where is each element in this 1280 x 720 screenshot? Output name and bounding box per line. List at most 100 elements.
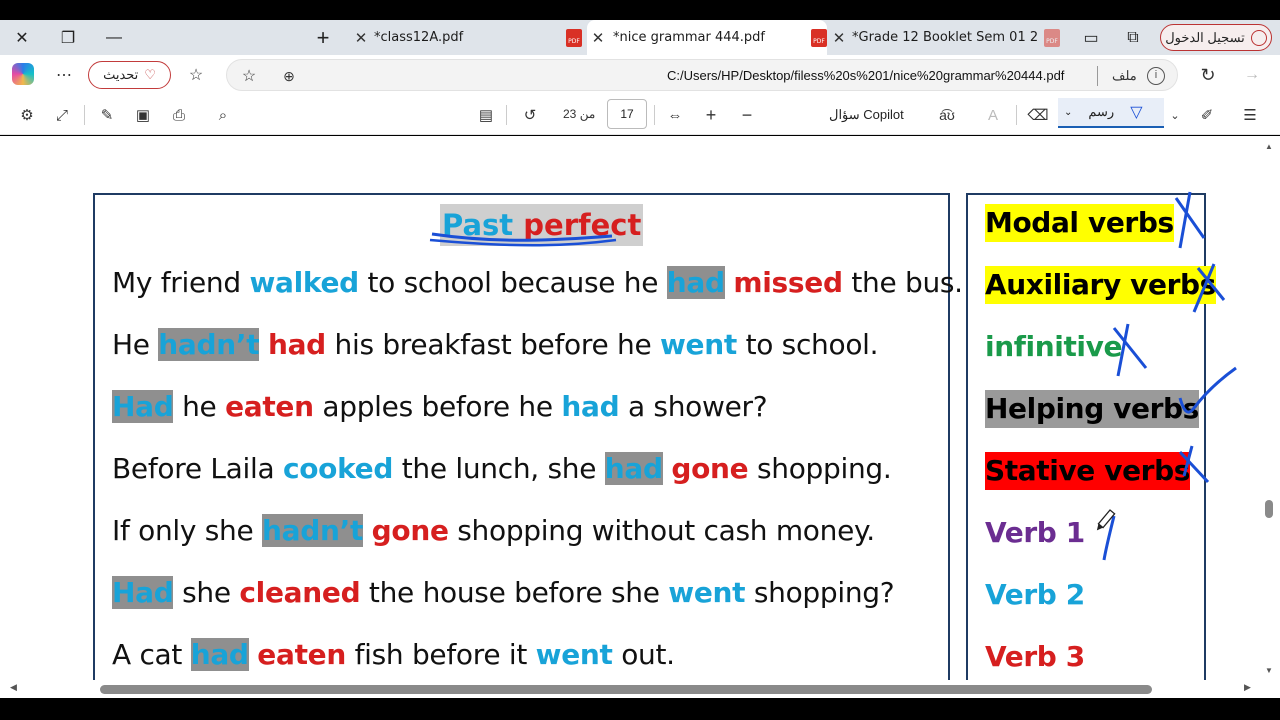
page-view-icon[interactable]: ▤ [475,105,497,125]
sentence-text: fish before it [345,638,536,671]
highlight-icon[interactable]: ✐ [1196,105,1218,125]
verb-word: Had [112,576,174,609]
verb-word: gone [371,514,449,547]
sentence: Had she cleaned the house before she wen… [112,576,895,609]
horizontal-scrollbar[interactable]: ◀ ▶ [0,680,1280,698]
eraser-icon[interactable]: ⌫ [1027,105,1049,125]
sentence-text: the house before she [360,576,669,609]
sentence: If only she hadn’t gone shopping without… [112,514,875,547]
side-label: Modal verbs [985,204,1174,242]
save-icon[interactable]: ▣ [132,105,154,125]
sentence-text: the lunch, she [393,452,605,485]
side-label: Verb 2 [985,578,1085,611]
sentence-text: If only she [112,514,263,547]
save-with-ink-icon[interactable]: ✎ [96,105,118,125]
tab-actions-icon[interactable]: ▭ [1073,20,1109,55]
sentence-text: a shower? [619,390,768,423]
minimize-window-icon[interactable]: — [96,20,132,55]
fullscreen-icon[interactable]: ⤢ [51,105,73,125]
zoom-in-icon[interactable]: + [700,105,722,125]
zoom-icon[interactable]: ⊕ [279,66,299,86]
workspaces-icon[interactable]: ⧉ [1115,20,1151,55]
update-label: تحديث [103,67,139,82]
verb-word: cleaned [239,576,361,609]
text-icon[interactable]: A [982,105,1004,125]
favorites-icon[interactable]: ☆ [184,63,208,87]
verb-word: had [267,328,326,361]
info-icon[interactable]: i [1147,67,1165,85]
verb-word: missed [733,266,843,299]
url-text[interactable]: C:/Users/HP/Desktop/filess%20s%201/nice%… [667,68,1064,83]
verb-word: Had [112,390,174,423]
pdf-icon [811,28,827,47]
ask-copilot-button[interactable]: سؤال Copilot [829,107,904,123]
verb-word: gone [671,452,749,485]
sentence: He hadn’t had his breakfast before he we… [112,328,879,361]
verb-word: had [190,638,249,671]
add-favorite-icon[interactable]: ☆ [239,66,259,86]
scroll-down-icon[interactable]: ▼ [1265,666,1273,675]
file-label: ملف [1112,68,1137,83]
sentence: A cat had eaten fish before it went out. [112,638,675,671]
verb-word: had [666,266,725,299]
draw-label: رسم [1088,104,1115,119]
verb-word: went [659,328,737,361]
sentence-text: apples before he [313,390,562,423]
contents-icon[interactable]: ☰ [1239,105,1261,125]
sentence-text [363,514,372,547]
sentence-text [259,328,268,361]
draw-button[interactable]: ⌄ رسم ▽ [1058,98,1164,128]
draw-options-chevron-icon[interactable]: ⌄ [1164,105,1186,125]
copilot-icon[interactable] [12,63,34,85]
scroll-right-icon[interactable]: ▶ [1244,682,1251,693]
fit-width-icon[interactable]: ⇔ [664,105,686,125]
tab-close-icon[interactable]: ✕ [828,29,850,47]
title-part-2: perfect [523,208,642,242]
zoom-out-icon[interactable]: − [736,105,758,125]
refresh-icon[interactable]: ↻ [1196,63,1220,87]
vertical-scroll-thumb[interactable] [1265,500,1273,518]
horizontal-scroll-thumb[interactable] [100,685,1152,694]
update-button[interactable]: تحديث ♡ [88,61,171,89]
scroll-up-icon[interactable]: ▲ [1265,142,1273,151]
sentence-text: My friend [112,266,250,299]
verb-word: walked [249,266,359,299]
signin-label: تسجيل الدخول [1165,29,1245,45]
vertical-scrollbar[interactable]: ▲ ▼ [1260,136,1280,680]
pdf-icon [1044,28,1060,47]
new-tab-icon[interactable]: + [305,20,341,55]
pdf-icon [566,28,582,47]
sentence: Before Laila cooked the lunch, she had g… [112,452,892,485]
rotate-icon[interactable]: ↺ [519,105,541,125]
settings-icon[interactable]: ⚙ [16,105,38,125]
scroll-left-icon[interactable]: ◀ [10,682,17,693]
chevron-down-icon[interactable]: ⌄ [1064,107,1072,118]
more-options-icon[interactable]: ⋯ [52,63,76,87]
signin-button[interactable]: تسجيل الدخول [1160,24,1272,51]
close-window-icon[interactable]: ✕ [4,20,40,55]
tab-class12a[interactable]: ✕ *class12A.pdf [350,20,582,55]
search-icon[interactable]: ⌕ [212,105,234,125]
letterbox-bottom [0,698,1280,720]
side-label: Auxiliary verbs [985,266,1216,304]
tab-title: *Grade 12 Booklet Sem 01 2023-2 [852,30,1038,45]
tab-close-icon[interactable]: ✕ [350,29,372,47]
tab-close-icon[interactable]: ✕ [587,29,609,47]
restore-window-icon[interactable]: ❐ [50,20,86,55]
tab-grade12-booklet[interactable]: ✕ *Grade 12 Booklet Sem 01 2023-2 [828,20,1060,55]
read-aloud-icon[interactable]: a͡ʊ [936,105,958,125]
side-label: Helping verbs [985,390,1199,428]
verb-word: hadn’t [262,514,364,547]
address-row: ⋯ تحديث ♡ ☆ ☆ ⊕ C:/Users/HP/Desktop/file… [0,55,1280,95]
page-number-input[interactable]: 17 [607,99,647,129]
page-total: من 23 [563,107,596,121]
sentence-text: Before Laila [112,452,283,485]
title-part-1: Past [442,208,514,242]
sentence: Had he eaten apples before he had a show… [112,390,768,423]
tab-nice-grammar[interactable]: ✕ *nice grammar 444.pdf [587,20,827,55]
address-bar[interactable]: ☆ ⊕ C:/Users/HP/Desktop/filess%20s%201/n… [226,59,1178,91]
print-icon[interactable]: ⎙ [168,105,190,125]
tab-title: *nice grammar 444.pdf [613,30,765,45]
sentence-text: out. [612,638,675,671]
forward-icon[interactable]: → [1240,63,1264,87]
